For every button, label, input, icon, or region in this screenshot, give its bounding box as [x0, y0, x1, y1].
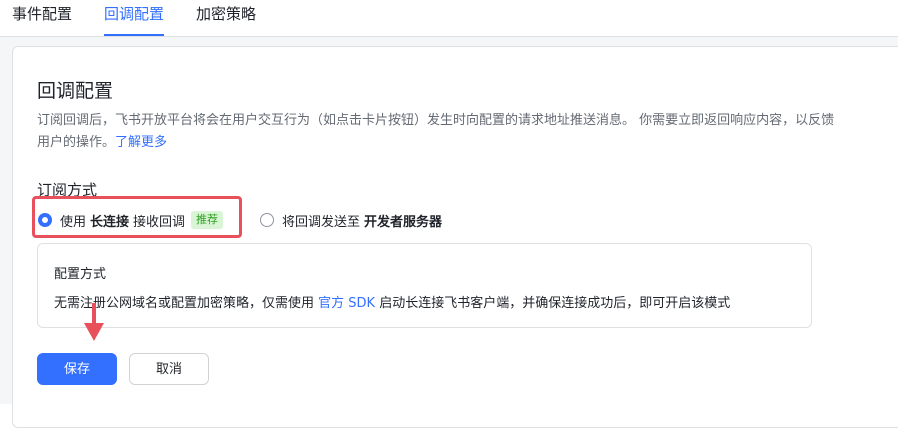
radio-long-connection[interactable]: 使用 长连接 接收回调 推荐: [38, 210, 224, 230]
radio-developer-server-prefix: 将回调发送至: [282, 214, 361, 230]
config-text-after: 启动长连接飞书客户端，并确保连接成功后，即可开启该模式: [379, 296, 731, 311]
tab-encryption-policy[interactable]: 加密策略: [196, 0, 256, 34]
recommended-badge: 推荐: [191, 211, 224, 229]
radio-developer-server[interactable]: 将回调发送至 开发者服务器: [260, 210, 446, 230]
tab-bar: 事件配置 回调配置 加密策略: [0, 0, 898, 37]
config-method-title: 配置方式: [54, 267, 107, 282]
config-method-text: 无需注册公网域名或配置加密策略，仅需使用 官方 SDK 启动长连接飞书客户端，并…: [54, 292, 730, 311]
config-method-box: [37, 243, 812, 328]
radio-long-connection-prefix: 使用: [60, 214, 87, 230]
learn-more-link[interactable]: 了解更多: [115, 135, 167, 150]
radio-developer-server-bold: 开发者服务器: [364, 214, 443, 230]
section-description: 订阅回调后，飞书开放平台将会在用户交互行为（如点击卡片按钮）发生时向配置的请求地…: [37, 110, 837, 154]
radio-checked-icon[interactable]: [38, 213, 52, 227]
red-arrow-annotation-icon: [84, 303, 104, 341]
official-sdk-link[interactable]: 官方 SDK: [318, 296, 375, 311]
radio-long-connection-bold: 长连接: [90, 214, 130, 230]
cancel-button[interactable]: 取消: [129, 353, 209, 385]
radio-unchecked-icon[interactable]: [260, 213, 274, 227]
tab-callback-config[interactable]: 回调配置: [104, 0, 165, 36]
tab-event-config[interactable]: 事件配置: [12, 0, 72, 34]
section-title: 回调配置: [37, 80, 114, 102]
save-button[interactable]: 保存: [37, 353, 117, 385]
radio-long-connection-suffix: 接收回调: [133, 214, 186, 230]
